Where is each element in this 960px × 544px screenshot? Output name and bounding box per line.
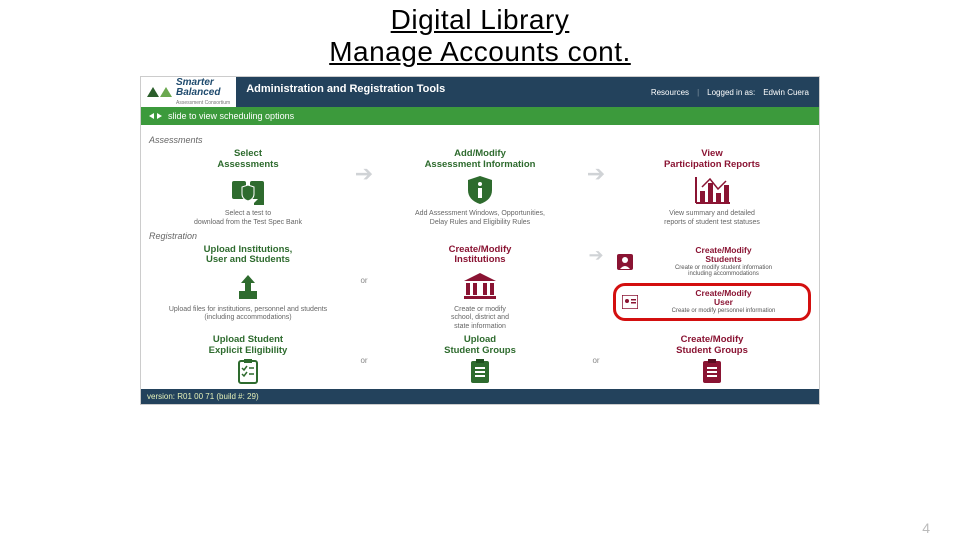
tile-create-modify-students[interactable]: Create/Modify Students Create or modify … (613, 245, 811, 279)
content-area: Assessments Select Assessments Select a … (141, 125, 819, 385)
flow-arrow-icon: ➔ (351, 149, 377, 199)
top-right: Resources | Logged in as: Edwin Cuera (641, 77, 819, 107)
slide-title: Digital Library Manage Accounts cont. (0, 4, 960, 68)
slide-title-line2: Manage Accounts cont. (329, 36, 631, 67)
slider-arrows-icon-right (157, 113, 162, 119)
book-shield-icon (230, 175, 266, 205)
tile-create-modify-institutions[interactable]: Create/Modify Institutions Create or mod… (381, 245, 579, 331)
tile-view-participation[interactable]: View Participation Reports View summary … (613, 149, 811, 227)
clipboard-maroon-icon (700, 359, 724, 385)
scheduling-slider-label: slide to view scheduling options (168, 111, 294, 121)
slider-arrows-icon (149, 113, 154, 119)
student-icon (616, 253, 634, 271)
tile-upload-institutions-users-students[interactable]: Upload Institutions, User and Students U… (149, 245, 347, 323)
assessments-row: Select Assessments Select a test to down… (149, 149, 811, 227)
scheduling-slider[interactable]: slide to view scheduling options (141, 107, 819, 125)
flow-arrow-icon: ➔ (583, 149, 609, 199)
institution-icon (462, 271, 498, 301)
version-footer: version: R01 00 71 (build #: 29) (141, 389, 819, 404)
upload-building-icon (233, 271, 263, 301)
logo-text: Smarter Balanced Assessment Consortium (176, 78, 230, 106)
tile-add-modify-assessment[interactable]: Add/Modify Assessment Information Add As… (381, 149, 579, 227)
registration-row-2: Upload Student Explicit Eligibility or U… (149, 335, 811, 385)
flow-arrow-icon: ➔ (583, 245, 609, 266)
logo-mountains-icon (147, 87, 172, 97)
clipboard-lines-icon (468, 359, 492, 385)
clipboard-checklist-icon (235, 359, 261, 385)
logged-in-label: Logged in as: (707, 88, 755, 97)
section-registration-label: Registration (149, 231, 811, 241)
top-bar: Smarter Balanced Assessment Consortium A… (141, 77, 819, 107)
user-id-icon (621, 293, 639, 311)
bar-chart-icon (692, 175, 732, 205)
or-separator: or (351, 245, 377, 315)
slide-title-line1: Digital Library (391, 4, 570, 35)
shield-info-icon (465, 174, 495, 206)
right-stack: Create/Modify Students Create or modify … (613, 245, 811, 320)
tile-upload-student-groups[interactable]: Upload Student Groups (381, 335, 579, 385)
page-number: 4 (922, 520, 930, 536)
tile-create-modify-student-groups[interactable]: Create/Modify Student Groups (613, 335, 811, 385)
app-window: Smarter Balanced Assessment Consortium A… (140, 76, 820, 405)
or-separator: or (351, 335, 377, 385)
logo: Smarter Balanced Assessment Consortium (141, 77, 236, 107)
tile-create-modify-user[interactable]: Create/Modify User Create or modify pers… (618, 288, 806, 315)
resources-link[interactable]: Resources (651, 88, 689, 97)
logged-in-user: Edwin Cuera (763, 88, 809, 97)
or-separator: or (583, 335, 609, 385)
highlight-create-modify-user: Create/Modify User Create or modify pers… (613, 283, 811, 320)
tile-select-assessments[interactable]: Select Assessments Select a test to down… (149, 149, 347, 227)
tile-upload-explicit-eligibility[interactable]: Upload Student Explicit Eligibility (149, 335, 347, 385)
registration-row-1: Upload Institutions, User and Students U… (149, 245, 811, 331)
section-assessments-label: Assessments (149, 135, 811, 145)
app-title: Administration and Registration Tools (236, 77, 455, 107)
